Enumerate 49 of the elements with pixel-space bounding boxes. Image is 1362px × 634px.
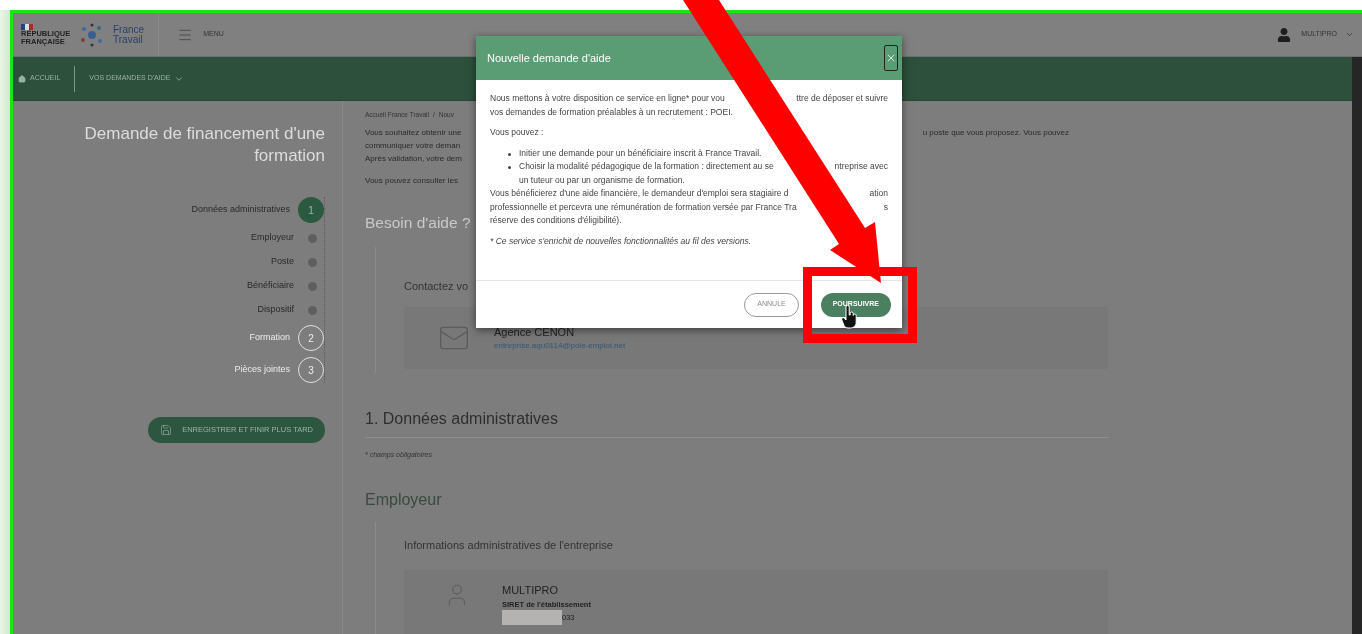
redaction-block	[502, 610, 562, 625]
step-label: Formation	[249, 331, 290, 345]
employer-heading: Employeur	[365, 490, 443, 511]
step-label: Bénéficiaire	[246, 279, 294, 293]
chevron-down-icon	[1345, 30, 1354, 39]
intro-text: u poste que vous proposez. Vous pouvez	[922, 126, 1069, 139]
contact-label: Contactez vo	[404, 279, 469, 292]
dialog-text: vos demandes de formation préalables à un recrutement : POEI.	[490, 106, 733, 117]
bullet-icon	[508, 152, 511, 156]
intro-text: Après validation, votre dem	[365, 152, 462, 165]
dialog-text: ation	[869, 187, 888, 200]
section-heading: 1. Données administratives	[365, 406, 1109, 438]
close-icon	[885, 52, 897, 64]
brand-name: France	[113, 24, 145, 35]
page-title: Demande de financement d'une formation	[83, 123, 325, 167]
dialog-text: ntreprise avec	[834, 160, 888, 173]
dialog-text: ttre de déposer et suivre	[796, 92, 888, 105]
flag-icon	[21, 23, 33, 30]
company-name: MULTIPRO	[502, 583, 560, 599]
dialog-text: Initier une demande pour un bénéficiaire inscrit à France Travail.	[519, 147, 762, 158]
intro-text: communiquer votre deman	[365, 139, 461, 152]
dialog-text: Vous bénéficierez d'une aide financière, le demandeur d'emploi sera stagiaire d	[490, 187, 789, 200]
step-label: Données administratives	[191, 203, 290, 217]
dialog-text: s	[883, 200, 888, 214]
step-number[interactable]: 1	[298, 197, 324, 223]
dialog-text: Nous mettons à votre disposition ce service en ligne* pour vou	[490, 92, 725, 105]
home-icon	[18, 74, 26, 83]
step-label: Employeur	[250, 231, 294, 245]
dialog-text: Choisir la modalité pédagogique de la formation : directement au se	[519, 160, 774, 173]
dialog-text: * Ce service s'enrichit de nouvelles fonctionnalités au fil des versions.	[490, 235, 751, 246]
network-logo-icon	[79, 22, 105, 47]
user-avatar-icon	[1277, 27, 1292, 42]
close-button[interactable]	[884, 45, 898, 71]
company-label: Informations administratives de l'entreprise	[404, 539, 613, 552]
bullet-icon	[508, 166, 511, 169]
dialog-title: Nouvelle demande d'aide	[487, 50, 611, 66]
save-icon	[160, 424, 173, 436]
dialog-text: Vous pouvez :	[490, 127, 544, 137]
dialog-text: professionnelle et percevra une rémunération de formation versée par France Tra	[490, 200, 797, 214]
intro-text: Vous pouvez consulter les	[365, 175, 458, 185]
step-label: Poste	[271, 255, 294, 269]
dialog-text: un tuteur ou par un organisme de formation.	[519, 174, 685, 185]
help-heading: Besoin d'aide ?	[365, 213, 471, 231]
intro-text: Vous souhaitez obtenir une	[365, 126, 462, 139]
dialog-text: réserve des conditions d'éligibilité).	[490, 215, 622, 225]
brand-name: Travail	[113, 34, 144, 45]
step-label: Dispositif	[257, 303, 294, 317]
agency-name: Agence CENON	[494, 324, 576, 340]
step-label: Pièces jointes	[234, 363, 290, 377]
